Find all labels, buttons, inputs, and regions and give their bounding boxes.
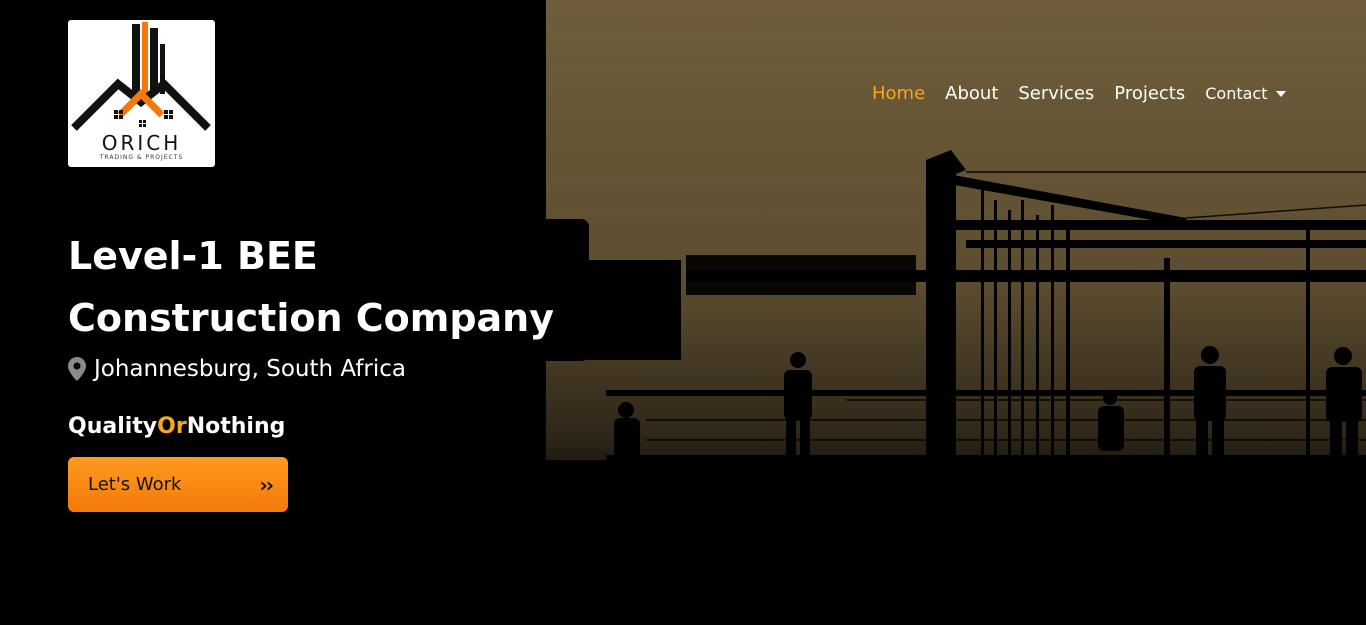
- tagline-part-1: Quality: [68, 414, 158, 439]
- main-nav: Home About Services Projects Contact: [872, 82, 1286, 106]
- nav-item-contact[interactable]: Contact: [1205, 82, 1286, 106]
- brand-subtitle: TRADING & PROJECTS: [99, 154, 184, 161]
- nav-item-contact-label: Contact: [1205, 84, 1268, 103]
- nav-item-home[interactable]: Home: [872, 82, 925, 106]
- tagline-part-2: Or: [157, 414, 187, 439]
- location-text: Johannesburg, South Africa: [94, 356, 407, 382]
- double-chevron-right-icon: ››: [259, 472, 275, 497]
- tagline-part-3: Nothing: [186, 414, 286, 439]
- brand-logo[interactable]: ORICH TRADING & PROJECTS: [68, 20, 215, 167]
- headline-line-1: Level-1 BEE: [68, 234, 318, 278]
- nav-item-projects[interactable]: Projects: [1114, 82, 1185, 106]
- hero-tagline: QualityOrNothing: [68, 414, 285, 439]
- location: Johannesburg, South Africa: [68, 356, 406, 382]
- headline-line-2: Construction Company: [68, 296, 554, 340]
- map-pin-icon: [68, 357, 86, 381]
- nav-item-services[interactable]: Services: [1018, 82, 1094, 106]
- cta-label: Let's Work: [88, 474, 182, 495]
- brand-name: ORICH: [101, 131, 182, 155]
- hero-headline: Level-1 BEE Construction Company: [68, 225, 588, 349]
- nav-item-about[interactable]: About: [945, 82, 998, 106]
- lets-work-button[interactable]: Let's Work ››: [68, 457, 288, 512]
- building-roof-logo-icon: [71, 22, 211, 131]
- caret-down-icon: [1275, 91, 1286, 97]
